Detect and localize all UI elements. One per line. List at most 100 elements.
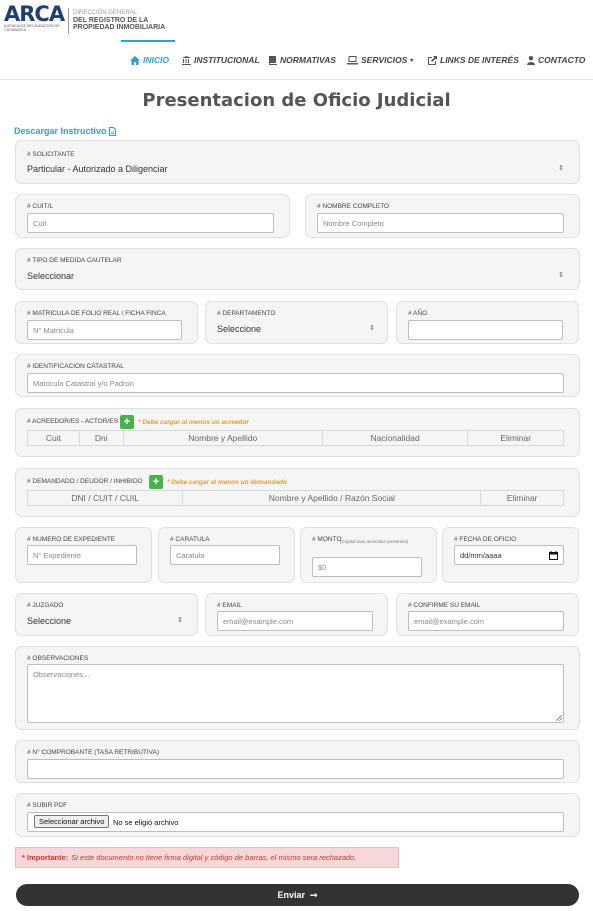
registry-line-2: DEL REGISTRO DE LA	[73, 17, 149, 24]
cuit-card: # CUIT/L Cuit	[15, 194, 290, 238]
alert-strong: * Importante:	[22, 853, 69, 862]
logo-text: ARCA	[4, 2, 65, 26]
registry-line-1: DIRECCIÓN GENERAL	[73, 10, 138, 16]
arrow-right-icon: ➞	[309, 889, 318, 900]
comprobante-input[interactable]	[27, 759, 564, 779]
select-file-button[interactable]: Seleccionar archivo	[34, 815, 110, 828]
email-card: # EMAIL email@example.com	[205, 593, 388, 636]
nombre-input[interactable]: Nombre Completo	[317, 213, 564, 233]
nav-label: CONTACTO	[538, 55, 586, 65]
column-header: Nacionalidad	[323, 431, 469, 445]
email-input[interactable]: email@example.com	[217, 611, 373, 631]
column-header: Nombre y Apellido	[124, 431, 323, 445]
download-instructivo-link[interactable]: Descargar Instructivo	[14, 126, 116, 136]
registry-title: DIRECCIÓN GENERAL DEL REGISTRO DE LA PRO…	[73, 10, 183, 31]
confirm-email-label: # CONFIRME SU EMAIL	[408, 602, 481, 609]
logo-divider	[68, 8, 69, 34]
expediente-input[interactable]: N° Expediente	[27, 545, 137, 565]
solicitante-select[interactable]: Particular - Autorizado a Diligenciar	[27, 162, 572, 176]
pdf-label: # SUBIR PDF	[27, 802, 68, 809]
expediente-card: # NUMERO DE EXPEDIENTE N° Expediente	[15, 527, 152, 583]
home-icon	[130, 55, 140, 65]
departamento-card: # DEPARTAMENTO Seleccione ⇕	[205, 301, 388, 344]
monto-note: (Capital mas acrecidas presuntas)	[340, 539, 409, 544]
caratula-label: # CARATULA	[170, 536, 210, 543]
anio-input[interactable]	[408, 320, 563, 340]
nav-label: SERVICIOS	[361, 55, 408, 65]
tipo-medida-label: # TIPO DE MEDIDA CAUTELAR	[27, 257, 122, 264]
tipo-medida-card: # TIPO DE MEDIDA CAUTELAR Seleccionar ⇕	[15, 248, 580, 290]
demandados-table-header: DNI / CUIT / CUIL Nombre y Apellido / Ra…	[27, 490, 564, 506]
select-arrows-icon: ⇕	[558, 165, 564, 172]
alert-text: Si este documento no tiene firma digital…	[71, 853, 357, 862]
nav-item-servicios[interactable]: SERVICIOS ▾	[347, 52, 413, 68]
caratula-input[interactable]: Caratula	[170, 545, 280, 565]
nav-active-indicator	[121, 40, 175, 42]
juzgado-select[interactable]: Seleccione	[27, 614, 187, 628]
tipo-medida-select[interactable]: Seleccionar	[27, 269, 572, 283]
user-icon	[527, 55, 535, 65]
nav-item-contacto[interactable]: CONTACTO	[527, 52, 585, 68]
solicitante-label: # SOLICITANTE	[27, 151, 75, 158]
institution-icon	[182, 55, 191, 65]
solicitante-card: # SOLICITANTE Particular - Autorizado a …	[15, 140, 580, 184]
select-arrows-icon: ⇕	[177, 617, 183, 624]
column-header: Eliminar	[500, 433, 532, 443]
fecha-label: # FECHA DE OFICIO	[454, 536, 517, 543]
no-file-text: No se eligió archivo	[113, 818, 179, 827]
cuit-input[interactable]: Cuit	[27, 213, 274, 233]
important-alert: * Importante: Si este documento no tiene…	[15, 847, 399, 868]
add-acreedor-button[interactable]: +	[120, 415, 134, 429]
laptop-icon	[347, 55, 358, 64]
catastral-label: # IDENTIFICACION CATASTRAL	[27, 363, 124, 370]
nav-item-normativas[interactable]: NORMATIVAS	[269, 52, 336, 68]
expediente-label: # NUMERO DE EXPEDIENTE	[27, 536, 116, 543]
confirm-email-card: # CONFIRME SU EMAIL email@example.com	[396, 593, 579, 636]
matricula-label: # MATRICULA DE FOLIO REAL / FICHA FINCA	[27, 310, 166, 317]
matricula-input[interactable]: N° Matricula	[27, 320, 182, 340]
acreedores-label: # ACREEDOR/ES - ACTOR/ES	[27, 418, 118, 425]
email-label: # EMAIL	[217, 602, 242, 609]
catastral-input[interactable]: Matricula Catastral y/o Padron	[27, 373, 564, 393]
cuit-label: # CUIT/L	[27, 203, 54, 210]
calendar-icon[interactable]	[549, 551, 558, 560]
add-demandado-button[interactable]: +	[149, 475, 163, 489]
nombre-card: # NOMBRE COMPLETO Nombre Completo	[305, 194, 580, 238]
column-header: Cuit	[28, 431, 80, 445]
departamento-select[interactable]: Seleccione	[217, 322, 377, 336]
download-label: Descargar Instructivo	[14, 126, 107, 136]
juzgado-label: # JUZGADO	[27, 602, 64, 609]
comprobante-label: # N° COMPROBANTE (TASA RETRIBUTIVA)	[27, 749, 160, 756]
select-arrows-icon: ⇕	[369, 325, 375, 332]
pdf-card: # SUBIR PDF Seleccionar archivo No se el…	[15, 793, 580, 837]
anio-card: # AÑO	[396, 301, 579, 344]
anio-label: # AÑO	[408, 310, 428, 317]
monto-note-wrap: (Capital mas acrecidas presuntas)	[312, 536, 427, 547]
site-header: ARCA AGENCIA DE RECAUDACIÓN DE CATAMARCA…	[0, 0, 593, 80]
nav-item-inicio[interactable]: INICIO	[130, 52, 169, 68]
resize-handle-icon[interactable]	[556, 715, 562, 721]
column-header: Nombre y Apellido / Razón Social	[183, 491, 482, 505]
nav-item-links[interactable]: LINKS DE INTERÉS	[428, 52, 519, 68]
demandados-card: # DEMANDADO / DEUDOR / INHIBIDO + * Debe…	[15, 468, 580, 517]
acreedores-table-header: Cuit Dni Nombre y Apellido Nacionalidad …	[27, 430, 564, 446]
submit-button[interactable]: Enviar ➞	[16, 884, 579, 906]
nav-label: INSTITUCIONAL	[194, 55, 260, 65]
monto-input[interactable]: $0	[312, 557, 422, 577]
fecha-input[interactable]: dd/mm/aaaa	[454, 545, 564, 565]
departamento-label: # DEPARTAMENTO	[217, 310, 276, 317]
nav-label: NORMATIVAS	[280, 55, 336, 65]
nav-item-institucional[interactable]: INSTITUCIONAL	[182, 52, 260, 68]
observaciones-textarea[interactable]: Observaciones...	[27, 664, 564, 723]
chevron-down-icon: ▾	[410, 57, 414, 64]
demandados-warning: * Debe cargar al menos un demandado	[167, 479, 287, 486]
fecha-placeholder: dd/mm/aaaa	[460, 550, 502, 560]
matricula-card: # MATRICULA DE FOLIO REAL / FICHA FINCA …	[15, 301, 198, 344]
catastral-card: # IDENTIFICACION CATASTRAL Matricula Cat…	[15, 354, 580, 397]
confirm-email-input[interactable]: email@example.com	[408, 611, 564, 631]
column-header: Dni	[80, 431, 124, 445]
registry-line-3: PROPIEDAD INMOBILIARIA	[73, 24, 166, 31]
acreedores-warning: * Debe cargar al menos un acreedor	[138, 419, 249, 426]
observaciones-label: # OBSERVACIONES	[27, 655, 89, 662]
arca-logo[interactable]: ARCA AGENCIA DE RECAUDACIÓN DE CATAMARCA	[4, 4, 68, 36]
